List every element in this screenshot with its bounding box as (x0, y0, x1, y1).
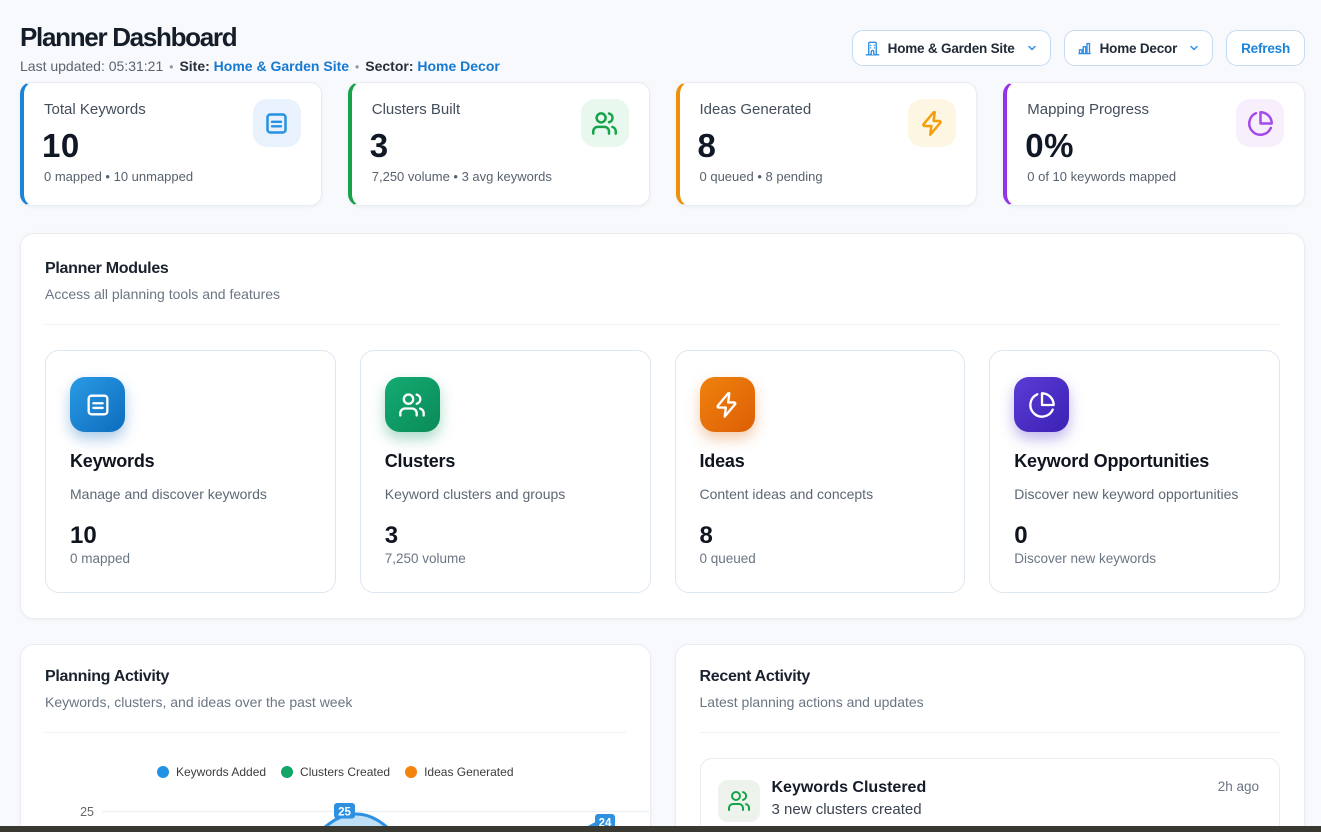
svg-text:25: 25 (80, 805, 94, 819)
svg-text:25: 25 (338, 807, 351, 819)
